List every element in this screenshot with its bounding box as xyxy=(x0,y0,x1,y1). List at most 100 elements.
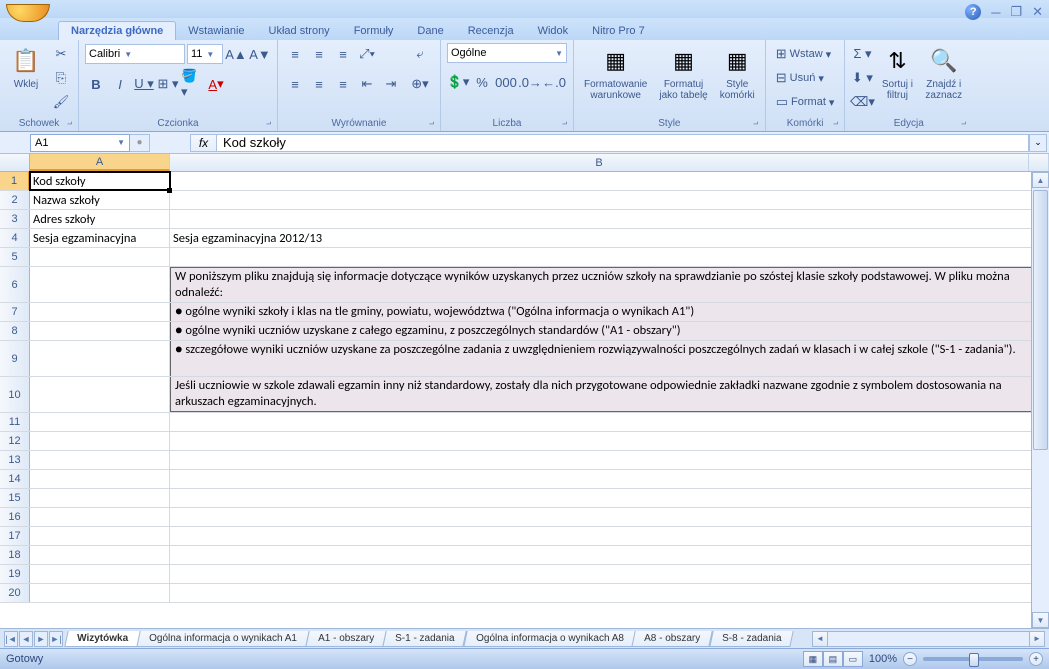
cell-A5[interactable] xyxy=(30,248,170,266)
cell-A16[interactable] xyxy=(30,508,170,526)
tab-layout[interactable]: Układ strony xyxy=(257,22,342,40)
cell-A11[interactable] xyxy=(30,413,170,431)
cell-B15[interactable] xyxy=(170,489,1049,507)
view-pagebreak-button[interactable]: ▭ xyxy=(843,651,863,667)
currency-button[interactable]: 💲▾ xyxy=(447,71,469,93)
cell-A8[interactable] xyxy=(30,322,170,340)
cell-A7[interactable] xyxy=(30,303,170,321)
formula-input[interactable]: Kod szkoły xyxy=(216,134,1029,152)
sheet-nav-next[interactable]: ► xyxy=(34,631,48,647)
cell-B1[interactable] xyxy=(170,172,1049,190)
tab-nitro[interactable]: Nitro Pro 7 xyxy=(580,22,657,40)
cell-A19[interactable] xyxy=(30,565,170,583)
sheet-tab-6[interactable]: A8 - obszary xyxy=(632,631,714,647)
copy-button[interactable]: ⎘ xyxy=(50,67,72,89)
row-header-16[interactable]: 16 xyxy=(0,508,30,526)
cell-B14[interactable] xyxy=(170,470,1049,488)
fx-button[interactable]: fx xyxy=(190,134,216,152)
formula-bar-expand[interactable]: ⌄ xyxy=(1029,134,1047,152)
sheet-tab-3[interactable]: A1 - obszary xyxy=(305,631,387,647)
tab-insert[interactable]: Wstawianie xyxy=(176,22,256,40)
row-header-9[interactable]: 9 xyxy=(0,341,30,376)
zoom-in-button[interactable]: + xyxy=(1029,652,1043,666)
cell-A14[interactable] xyxy=(30,470,170,488)
font-name-combo[interactable]: Calibri▼ xyxy=(85,44,185,64)
sheet-tab-4[interactable]: S-1 - zadania xyxy=(382,631,467,647)
wrap-text-button[interactable]: ⤶ xyxy=(406,43,434,65)
align-bottom-button[interactable]: ≡ xyxy=(332,43,354,65)
cell-B19[interactable] xyxy=(170,565,1049,583)
help-icon[interactable]: ? xyxy=(965,4,981,20)
cell-B6[interactable]: W poniższym pliku znajdują się informacj… xyxy=(170,267,1049,302)
row-header-6[interactable]: 6 xyxy=(0,267,30,302)
align-top-button[interactable]: ≡ xyxy=(284,43,306,65)
col-header-C[interactable] xyxy=(1029,154,1049,171)
increase-indent-button[interactable]: ⇥ xyxy=(380,73,402,95)
cell-B5[interactable] xyxy=(170,248,1049,266)
sheet-tab-7[interactable]: S-8 - zadania xyxy=(709,631,794,647)
find-select-button[interactable]: 🔍Znajdź i zaznacz xyxy=(921,43,966,103)
underline-button[interactable]: U ▾ xyxy=(133,73,155,95)
align-middle-button[interactable]: ≡ xyxy=(308,43,330,65)
zoom-out-button[interactable]: − xyxy=(903,652,917,666)
row-header-20[interactable]: 20 xyxy=(0,584,30,602)
cell-B13[interactable] xyxy=(170,451,1049,469)
tab-home[interactable]: Narzędzia główne xyxy=(58,21,176,40)
cell-A20[interactable] xyxy=(30,584,170,602)
row-header-7[interactable]: 7 xyxy=(0,303,30,321)
row-header-3[interactable]: 3 xyxy=(0,210,30,228)
fill-button[interactable]: ⬇ ▾ xyxy=(851,67,873,89)
row-header-2[interactable]: 2 xyxy=(0,191,30,209)
cell-A1[interactable]: Kod szkoły xyxy=(30,172,170,190)
border-button[interactable]: ⊞ ▾ xyxy=(157,73,179,95)
tab-data[interactable]: Dane xyxy=(405,22,455,40)
cell-B2[interactable] xyxy=(170,191,1049,209)
sheet-tab-1[interactable]: Wizytówka xyxy=(64,631,140,647)
shrink-font-button[interactable]: A▼ xyxy=(249,43,271,65)
insert-cells-button[interactable]: ⊞Wstaw ▾ xyxy=(772,43,839,65)
orientation-button[interactable]: ⤢▾ xyxy=(356,43,378,65)
cell-B9[interactable]: ● szczegółowe wyniki uczniów uzyskane za… xyxy=(170,341,1049,376)
cell-styles-button[interactable]: ▦Style komórki xyxy=(716,43,759,103)
sheet-nav-first[interactable]: |◄ xyxy=(4,631,18,647)
sheet-tab-5[interactable]: Ogólna informacja o wynikach A8 xyxy=(463,631,636,647)
cell-A15[interactable] xyxy=(30,489,170,507)
scroll-up-button[interactable]: ▲ xyxy=(1032,172,1049,188)
cell-B11[interactable] xyxy=(170,413,1049,431)
tab-review[interactable]: Recenzja xyxy=(456,22,526,40)
view-normal-button[interactable]: ▦ xyxy=(803,651,823,667)
row-header-14[interactable]: 14 xyxy=(0,470,30,488)
format-cells-button[interactable]: ▭Format ▾ xyxy=(772,91,839,113)
row-header-15[interactable]: 15 xyxy=(0,489,30,507)
horizontal-scrollbar[interactable] xyxy=(812,631,1045,647)
format-table-button[interactable]: ▦Formatuj jako tabelę xyxy=(655,43,711,103)
row-header-5[interactable]: 5 xyxy=(0,248,30,266)
sort-filter-button[interactable]: ⇅Sortuj i filtruj xyxy=(877,43,917,103)
cancel-edit-button[interactable]: ● xyxy=(130,134,150,152)
percent-button[interactable]: % xyxy=(471,71,493,93)
align-right-button[interactable]: ≡ xyxy=(332,73,354,95)
font-color-button[interactable]: A▾ xyxy=(205,73,227,95)
cell-A2[interactable]: Nazwa szkoły xyxy=(30,191,170,209)
cell-B4[interactable]: Sesja egzaminacyjna 2012/13 xyxy=(170,229,1049,247)
cell-B16[interactable] xyxy=(170,508,1049,526)
cell-A6[interactable] xyxy=(30,267,170,302)
cell-A10[interactable] xyxy=(30,377,170,412)
autosum-button[interactable]: Σ ▾ xyxy=(851,43,873,65)
tab-view[interactable]: Widok xyxy=(526,22,581,40)
row-header-4[interactable]: 4 xyxy=(0,229,30,247)
cell-A9[interactable] xyxy=(30,341,170,376)
cell-B3[interactable] xyxy=(170,210,1049,228)
zoom-slider[interactable] xyxy=(923,657,1023,661)
row-header-1[interactable]: 1 xyxy=(0,172,30,190)
cell-A17[interactable] xyxy=(30,527,170,545)
cell-B20[interactable] xyxy=(170,584,1049,602)
font-size-combo[interactable]: 11▼ xyxy=(187,44,223,64)
align-left-button[interactable]: ≡ xyxy=(284,73,306,95)
cell-B12[interactable] xyxy=(170,432,1049,450)
cell-B8[interactable]: ● ogólne wyniki uczniów uzyskane z całeg… xyxy=(170,322,1049,340)
bold-button[interactable]: B xyxy=(85,73,107,95)
cell-A12[interactable] xyxy=(30,432,170,450)
tab-formulas[interactable]: Formuły xyxy=(342,22,406,40)
cell-A4[interactable]: Sesja egzaminacyjna xyxy=(30,229,170,247)
